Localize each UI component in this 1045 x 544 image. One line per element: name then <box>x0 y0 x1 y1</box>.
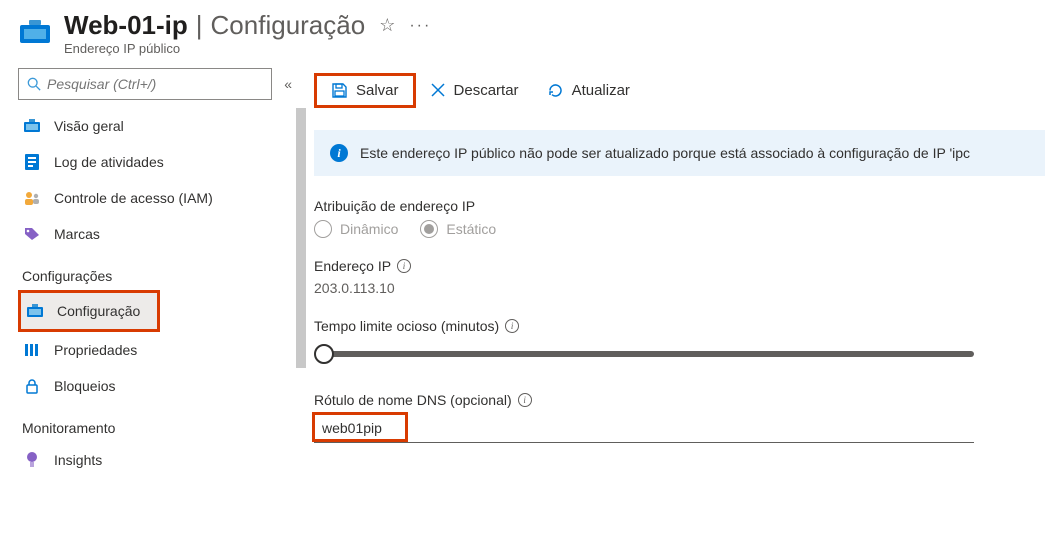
refresh-button[interactable]: Atualizar <box>533 76 644 105</box>
radio-label: Dinâmico <box>340 221 398 237</box>
ip-assignment-label: Atribuição de endereço IP <box>314 198 1045 214</box>
title-separator: | <box>196 10 203 41</box>
sidebar-item-configuration[interactable]: Configuração <box>21 293 157 329</box>
insights-icon <box>22 452 42 468</box>
activity-log-icon <box>22 154 42 170</box>
discard-label: Descartar <box>454 82 519 99</box>
sidebar-item-label: Log de atividades <box>54 154 164 170</box>
sidebar-item-overview[interactable]: Visão geral <box>18 108 310 144</box>
overview-icon <box>22 119 42 133</box>
save-icon <box>331 82 348 99</box>
dns-name-input[interactable] <box>314 414 974 443</box>
refresh-label: Atualizar <box>572 82 630 99</box>
info-banner: i Este endereço IP público não pode ser … <box>314 130 1045 176</box>
radio-static[interactable]: Estático <box>420 220 496 238</box>
main-panel: Salvar Descartar Atualizar i Este endere… <box>310 62 1045 544</box>
sidebar-item-label: Controle de acesso (IAM) <box>54 190 213 206</box>
radio-label: Estático <box>446 221 496 237</box>
properties-icon <box>22 343 42 357</box>
configuration-icon <box>25 304 45 318</box>
more-actions-icon[interactable]: ··· <box>409 17 431 35</box>
sidebar-item-tags[interactable]: Marcas <box>18 216 310 252</box>
info-hint-icon[interactable]: i <box>518 393 532 407</box>
public-ip-icon <box>18 14 52 48</box>
sidebar: « Visão geral Log de atividades Controle… <box>0 62 310 544</box>
resource-title: Web-01-ip <box>64 10 188 41</box>
lock-icon <box>22 379 42 394</box>
page-header: Web-01-ip | Configuração ☆ ··· Endereço … <box>0 0 1045 62</box>
sidebar-group-settings: Configurações <box>18 252 310 290</box>
idle-timeout-label: Tempo limite ocioso (minutos)i <box>314 318 1045 334</box>
toolbar: Salvar Descartar Atualizar <box>310 68 1045 112</box>
sidebar-item-label: Propriedades <box>54 342 137 358</box>
ip-assignment-radiogroup: Dinâmico Estático <box>314 220 1045 238</box>
sidebar-item-label: Bloqueios <box>54 378 116 394</box>
info-hint-icon[interactable]: i <box>397 259 411 273</box>
dns-label: Rótulo de nome DNS (opcional)i <box>314 392 1045 408</box>
sidebar-item-insights[interactable]: Insights <box>18 442 310 478</box>
iam-icon <box>22 191 42 205</box>
info-hint-icon[interactable]: i <box>505 319 519 333</box>
sidebar-item-label: Insights <box>54 452 102 468</box>
slider-thumb[interactable] <box>314 344 334 364</box>
sidebar-item-locks[interactable]: Bloqueios <box>18 368 310 404</box>
sidebar-item-label: Configuração <box>57 303 140 319</box>
sidebar-item-label: Marcas <box>54 226 100 242</box>
collapse-sidebar-icon[interactable]: « <box>284 76 292 92</box>
refresh-icon <box>547 82 564 99</box>
resource-type-label: Endereço IP público <box>64 41 431 56</box>
idle-timeout-slider[interactable] <box>314 340 974 368</box>
ip-address-label: Endereço IPi <box>314 258 1045 274</box>
sidebar-search[interactable] <box>18 68 272 100</box>
info-icon: i <box>330 144 348 162</box>
discard-icon <box>430 82 446 98</box>
sidebar-item-iam[interactable]: Controle de acesso (IAM) <box>18 180 310 216</box>
tag-icon <box>22 227 42 241</box>
save-button[interactable]: Salvar <box>317 76 413 105</box>
sidebar-item-activity-log[interactable]: Log de atividades <box>18 144 310 180</box>
section-title: Configuração <box>211 10 366 41</box>
ip-address-value: 203.0.113.10 <box>314 280 1045 296</box>
save-label: Salvar <box>356 82 399 99</box>
discard-button[interactable]: Descartar <box>416 76 533 105</box>
search-icon <box>27 77 41 91</box>
sidebar-item-label: Visão geral <box>54 118 124 134</box>
favorite-star-icon[interactable]: ☆ <box>379 15 395 36</box>
sidebar-group-monitoring: Monitoramento <box>18 404 310 442</box>
banner-text: Este endereço IP público não pode ser at… <box>360 145 970 161</box>
radio-dynamic[interactable]: Dinâmico <box>314 220 398 238</box>
search-input[interactable] <box>47 76 263 92</box>
sidebar-item-properties[interactable]: Propriedades <box>18 332 310 368</box>
sidebar-scrollbar[interactable] <box>296 108 306 368</box>
